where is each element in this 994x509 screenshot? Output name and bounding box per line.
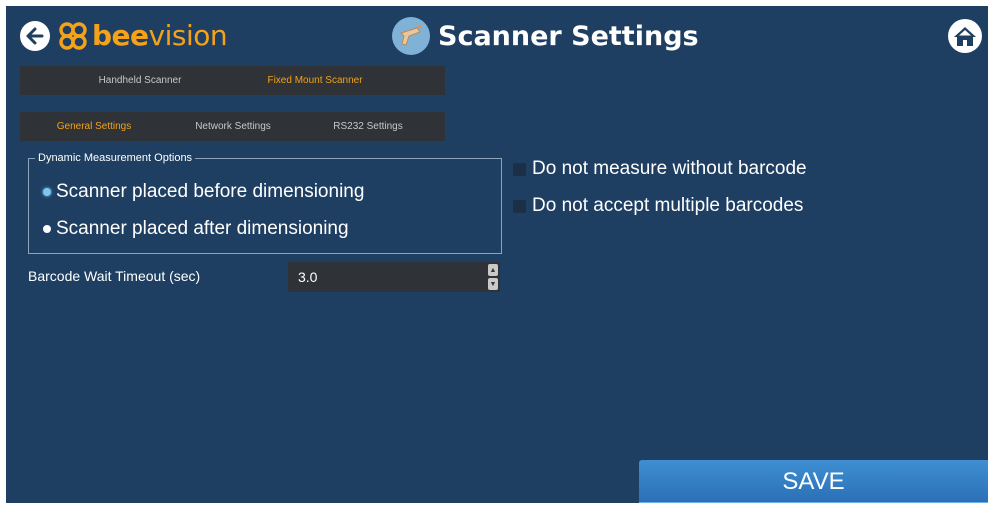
page-title: Scanner Settings: [438, 20, 699, 52]
tab-general-settings[interactable]: General Settings: [20, 121, 168, 132]
home-button[interactable]: [948, 19, 982, 53]
checkbox-box: [513, 199, 526, 213]
radio-dot-checked: [43, 188, 51, 196]
back-button[interactable]: [20, 21, 50, 51]
tab-fixed-mount-scanner[interactable]: Fixed Mount Scanner: [260, 75, 370, 86]
scanner-settings-window: beevision Scanner Settings Handheld Scan…: [6, 6, 988, 503]
barcode-scanner-icon: [392, 17, 430, 55]
barcode-wait-timeout-spinbox: ▲ ▼: [288, 262, 500, 292]
settings-tabs: General Settings Network Settings RS232 …: [20, 112, 445, 141]
logo-bee-text: bee: [92, 19, 149, 52]
tab-rs232-settings[interactable]: RS232 Settings: [298, 121, 438, 132]
radio-dot: [43, 225, 51, 233]
radio-scanner-before[interactable]: Scanner placed before dimensioning: [43, 181, 364, 203]
tab-handheld-scanner[interactable]: Handheld Scanner: [20, 75, 260, 86]
dynamic-measurement-options-group: Dynamic Measurement Options Scanner plac…: [28, 152, 502, 254]
checkbox-no-measure-without-barcode[interactable]: Do not measure without barcode: [513, 158, 807, 180]
spin-up-button[interactable]: ▲: [488, 264, 498, 276]
logo-vision-text: vision: [148, 19, 228, 52]
scanner-type-tabs: Handheld Scanner Fixed Mount Scanner: [20, 66, 445, 95]
checkbox-no-multiple-barcodes[interactable]: Do not accept multiple barcodes: [513, 195, 803, 217]
bee-logo-icon: [59, 22, 87, 50]
spin-down-button[interactable]: ▼: [488, 278, 498, 290]
barcode-wait-timeout-input[interactable]: [288, 268, 488, 286]
spin-buttons: ▲ ▼: [488, 264, 498, 290]
barcode-wait-timeout-label: Barcode Wait Timeout (sec): [28, 268, 201, 284]
save-button[interactable]: SAVE: [639, 460, 988, 503]
radio-label: Scanner placed after dimensioning: [56, 218, 349, 239]
radio-label: Scanner placed before dimensioning: [56, 181, 365, 202]
checkbox-box: [513, 162, 526, 176]
arrow-left-icon: [26, 27, 44, 45]
checkbox-label: Do not accept multiple barcodes: [532, 195, 804, 216]
group-legend: Dynamic Measurement Options: [35, 152, 196, 165]
home-icon: [954, 27, 976, 46]
tab-network-settings[interactable]: Network Settings: [168, 121, 298, 132]
page-header: Scanner Settings: [392, 16, 699, 56]
radio-scanner-after[interactable]: Scanner placed after dimensioning: [43, 218, 349, 240]
beevision-logo: beevision: [58, 19, 228, 53]
checkbox-label: Do not measure without barcode: [532, 158, 807, 179]
